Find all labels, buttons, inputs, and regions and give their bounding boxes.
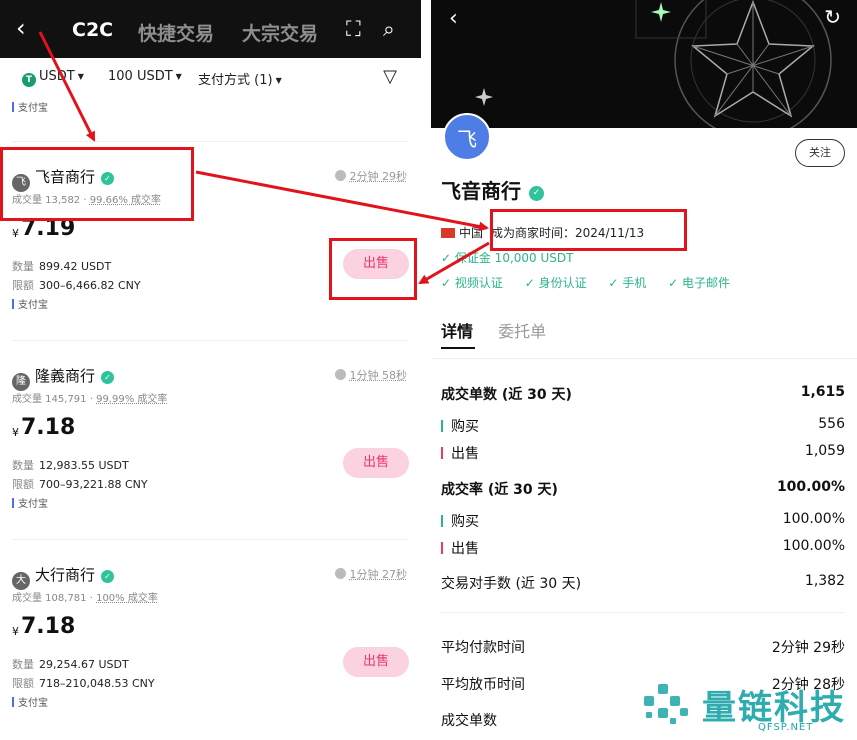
quantity: 数量 12,983.55 USDT bbox=[12, 459, 129, 472]
clock-icon bbox=[334, 369, 346, 380]
watermark: 量链科技 QFSP.NET bbox=[640, 682, 855, 740]
amount-filter-label: 100 USDT bbox=[108, 69, 173, 84]
limit: 限额 300–6,466.82 CNY bbox=[12, 279, 141, 292]
verification-email: ✓ 电子邮件 bbox=[668, 276, 730, 290]
tether-icon: T bbox=[22, 73, 36, 87]
tab-block-trade[interactable]: 大宗交易 bbox=[242, 19, 318, 46]
verification-identity: ✓ 身份认证 bbox=[524, 276, 587, 290]
merchant-profile-screen: ‹ ↻ 飞 关注 飞音商行 ✓ 中国 成为商家时间：2024/11/13 ✓ 保证金… bbox=[431, 0, 857, 740]
tab-orders[interactable]: 委托单 bbox=[498, 322, 546, 341]
divider bbox=[12, 340, 409, 341]
pay-time: 1分钟 58秒 bbox=[334, 367, 407, 383]
amount-filter[interactable]: 100 USDT ▼ bbox=[108, 69, 182, 84]
merchant-avatar: 大 bbox=[12, 572, 30, 590]
highlight-merchant-since-box bbox=[490, 209, 687, 251]
search-icon[interactable]: ⌕ bbox=[383, 17, 395, 42]
verification-phone: ✓ 手机 bbox=[608, 276, 647, 290]
payment-filter[interactable]: 支付方式 (1) ▼ bbox=[198, 69, 282, 88]
clock-icon bbox=[334, 170, 346, 181]
payment-method-label: 支付宝 bbox=[12, 495, 48, 510]
active-tab-indicator bbox=[441, 347, 475, 349]
price: ¥7.18 bbox=[12, 614, 76, 639]
caret-down-icon: ▼ bbox=[77, 72, 84, 81]
caret-down-icon: ▼ bbox=[175, 72, 182, 81]
refresh-icon[interactable]: ↻ bbox=[824, 5, 841, 29]
divider bbox=[12, 141, 409, 142]
stat-buy-rate: 购买 100.00% bbox=[441, 511, 845, 531]
sell-button[interactable]: 出售 bbox=[343, 448, 409, 478]
clock-icon bbox=[334, 568, 346, 579]
profile-banner: ‹ ↻ bbox=[431, 0, 857, 128]
tab-details[interactable]: 详情 bbox=[441, 322, 473, 341]
coin-filter[interactable]: T USDT ▼ bbox=[22, 69, 84, 87]
payment-method-label: 支付宝 bbox=[12, 694, 48, 709]
verified-badge-icon: ✓ bbox=[101, 570, 115, 583]
verified-badge-icon: ✓ bbox=[529, 186, 544, 201]
stat-sell-rate: 出售 100.00% bbox=[441, 538, 845, 558]
deposit-badge: ✓ 保证金 10,000 USDT bbox=[441, 251, 574, 265]
tab-c2c[interactable]: C2C bbox=[72, 19, 113, 41]
stat-avg-payment-time: 平均付款时间 2分钟 29秒 bbox=[441, 640, 845, 656]
divider bbox=[431, 358, 857, 359]
verification-video: ✓ 视频认证 bbox=[441, 276, 503, 290]
divider bbox=[441, 612, 845, 613]
watermark-logo bbox=[644, 684, 688, 724]
highlight-merchant-box bbox=[0, 147, 194, 221]
merchant-avatar: 隆 bbox=[12, 373, 30, 391]
c2c-market-screen: ‹ C2C 快捷交易 大宗交易 ⛶ ⌕ T USDT ▼ 100 USDT ▼ 支付方… bbox=[0, 0, 421, 740]
stat-completion-rate: 成交率 (近 30 天) 100.00% bbox=[441, 479, 845, 498]
verification-list: ✓ 视频认证 ✓ 身份认证 ✓ 手机 ✓ 电子邮件 bbox=[441, 274, 748, 291]
filter-funnel-icon[interactable]: ▽ bbox=[383, 66, 397, 87]
merchant-name[interactable]: 大大行商行 ✓ bbox=[12, 564, 115, 590]
pay-time: 2分钟 29秒 bbox=[334, 168, 407, 184]
quantity: 数量 899.42 USDT bbox=[12, 260, 112, 273]
verified-badge-icon: ✓ bbox=[101, 371, 115, 384]
merchant-card: 隆隆義商行 ✓ 1分钟 58秒 成交量 145,791 · 99.99% 成交率 … bbox=[0, 365, 421, 555]
divider bbox=[12, 539, 409, 540]
merchant-name[interactable]: 隆隆義商行 ✓ bbox=[12, 365, 115, 391]
watermark-site: QFSP.NET bbox=[758, 722, 814, 733]
payment-method-label: 支付宝 bbox=[12, 296, 48, 311]
tab-quick-trade[interactable]: 快捷交易 bbox=[138, 19, 214, 46]
coin-filter-label: USDT bbox=[39, 69, 75, 84]
pay-time: 1分钟 27秒 bbox=[334, 566, 407, 582]
quantity: 数量 29,254.67 USDT bbox=[12, 658, 129, 671]
price: ¥7.18 bbox=[12, 415, 76, 440]
limit: 限额 700–93,221.88 CNY bbox=[12, 478, 148, 491]
payment-filter-label: 支付方式 (1) bbox=[198, 73, 273, 88]
scan-icon[interactable]: ⛶ bbox=[346, 17, 361, 42]
merchant-stats: 成交量 145,791 · 99.99% 成交率 bbox=[12, 394, 168, 405]
star-banner-graphic bbox=[475, 0, 832, 128]
caret-down-icon: ▼ bbox=[275, 76, 282, 85]
stat-sell-orders: 出售 1,059 bbox=[441, 443, 845, 463]
stat-counterparties: 交易对手数 (近 30 天) 1,382 bbox=[441, 573, 845, 592]
merchant-stats: 成交量 108,781 · 100% 成交率 bbox=[12, 593, 158, 604]
merchant-card: 大大行商行 ✓ 1分钟 27秒 成交量 108,781 · 100% 成交率 ¥7… bbox=[0, 564, 421, 740]
merchant-avatar: 飞 bbox=[443, 113, 491, 161]
china-flag-icon bbox=[441, 228, 455, 238]
profile-tabs: 详情 委托单 bbox=[441, 318, 546, 342]
stat-buy-orders: 购买 556 bbox=[441, 416, 845, 436]
payment-method-label: 支付宝 bbox=[12, 99, 48, 114]
highlight-sell-button-box bbox=[329, 238, 417, 300]
filter-bar: T USDT ▼ 100 USDT ▼ 支付方式 (1) ▼ ▽ bbox=[0, 58, 421, 98]
panel-gap bbox=[421, 0, 431, 740]
merchant-name: 飞音商行 ✓ bbox=[441, 175, 544, 204]
stat-total-orders: 成交单数 (近 30 天) 1,615 bbox=[441, 384, 845, 403]
back-arrow-icon[interactable]: ‹ bbox=[449, 6, 458, 31]
follow-button[interactable]: 关注 bbox=[795, 139, 845, 167]
sell-button[interactable]: 出售 bbox=[343, 647, 409, 677]
c2c-header: ‹ C2C 快捷交易 大宗交易 ⛶ ⌕ bbox=[0, 0, 421, 58]
back-arrow-icon[interactable]: ‹ bbox=[16, 14, 26, 42]
limit: 限额 718–210,048.53 CNY bbox=[12, 677, 155, 690]
